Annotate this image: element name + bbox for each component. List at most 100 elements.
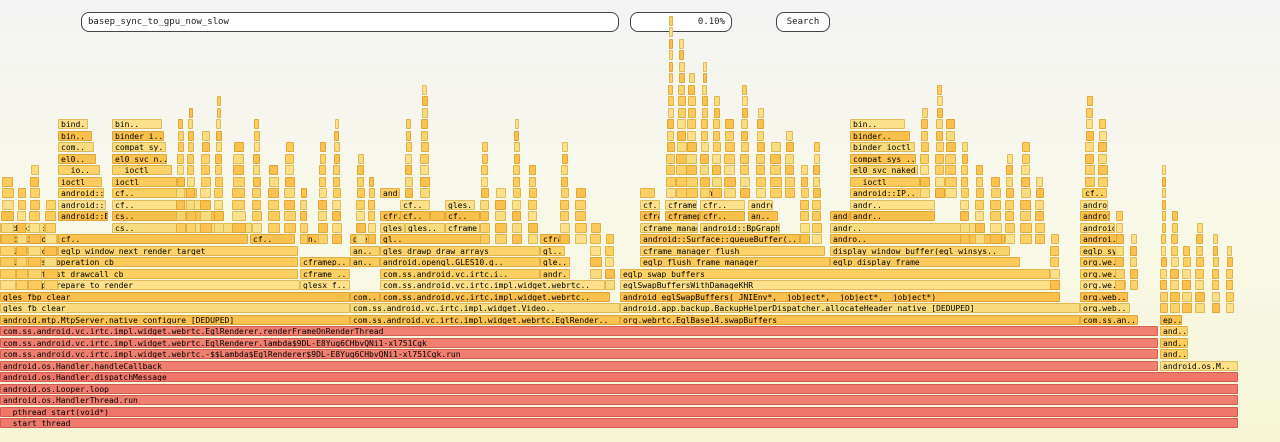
stack-frame-sliver[interactable] (990, 234, 1002, 244)
stack-frame-sliver[interactable] (481, 176, 488, 187)
frame-com-ss-android-vc-irtc-impl-widget-webrt[interactable]: com.ss.android.vc.irtc.impl.widget.webrt… (0, 326, 1158, 336)
frame-compat-sys[interactable]: compat_sys_.. (850, 153, 916, 164)
frame-com[interactable]: com.. (58, 142, 94, 152)
frame-binder-i[interactable]: binder_i.. (112, 130, 164, 141)
stack-frame-sliver[interactable] (1162, 222, 1166, 233)
stack-frame-sliver[interactable] (356, 234, 366, 244)
stack-frame-sliver[interactable] (962, 153, 968, 164)
frame-ioctl[interactable]: ioctl (112, 176, 177, 187)
stack-frame-sliver[interactable] (186, 188, 195, 198)
stack-frame-sliver[interactable] (252, 211, 262, 221)
stack-frame-sliver[interactable] (770, 188, 782, 198)
stack-frame-sliver[interactable] (1162, 165, 1166, 175)
frame-cf[interactable]: cf.. (640, 199, 660, 210)
stack-frame-sliver[interactable] (771, 142, 781, 152)
stack-frame-sliver[interactable] (357, 188, 365, 198)
stack-frame-sliver[interactable] (1161, 245, 1166, 256)
stack-frame-sliver[interactable] (529, 188, 537, 198)
frame-com-ss-an[interactable]: com.ss.an.. (1080, 314, 1138, 325)
stack-frame-sliver[interactable] (200, 188, 211, 198)
frame-gles-fbp-clear[interactable]: gles_fbp_clear (0, 291, 350, 302)
stack-frame-sliver[interactable] (31, 165, 39, 175)
frame-android[interactable]: android.. (1080, 222, 1115, 233)
stack-frame-sliver[interactable] (686, 165, 697, 175)
stack-frame-sliver[interactable] (976, 188, 984, 198)
stack-frame-sliver[interactable] (200, 211, 212, 221)
stack-frame-sliver[interactable] (590, 257, 602, 267)
frame-cframep-manager-flush[interactable]: cframep_manager_flush (540, 234, 560, 244)
stack-frame-sliver[interactable] (44, 245, 57, 256)
stack-frame-sliver[interactable] (785, 176, 795, 187)
frame-android-bpgraphicbufferp[interactable]: android::BpGraphicBufferP.. (700, 222, 780, 233)
stack-frame-sliver[interactable] (679, 50, 684, 60)
stack-frame-sliver[interactable] (976, 165, 983, 175)
stack-frame-sliver[interactable] (176, 211, 186, 221)
frame-android-bpbind[interactable]: android::BpBind.. (830, 211, 850, 221)
stack-frame-sliver[interactable] (714, 107, 720, 118)
stack-frame-sliver[interactable] (946, 142, 956, 152)
stack-frame-sliver[interactable] (975, 234, 985, 244)
stack-frame-sliver[interactable] (935, 188, 945, 198)
stack-frame-sliver[interactable] (1035, 234, 1045, 244)
stack-frame-sliver[interactable] (215, 165, 222, 175)
stack-frame-sliver[interactable] (187, 165, 194, 175)
stack-frame-sliver[interactable] (1098, 165, 1108, 175)
stack-frame-sliver[interactable] (232, 199, 245, 210)
stack-frame-sliver[interactable] (679, 73, 685, 83)
stack-frame-sliver[interactable] (177, 165, 184, 175)
stack-frame-sliver[interactable] (2, 188, 14, 198)
stack-frame-sliver[interactable] (667, 142, 675, 152)
stack-frame-sliver[interactable] (1051, 234, 1059, 244)
stack-frame-sliver[interactable] (1172, 211, 1178, 221)
stack-frame-sliver[interactable] (962, 142, 968, 152)
stack-frame-sliver[interactable] (725, 130, 734, 141)
frame-gles-drawp-draw-arrays[interactable]: gles_drawp_draw_arrays (380, 245, 540, 256)
stack-frame-sliver[interactable] (284, 211, 296, 221)
stack-frame-sliver[interactable] (318, 222, 328, 233)
stack-frame-sliver[interactable] (703, 73, 707, 83)
frame-cf[interactable]: cf.. (400, 199, 430, 210)
stack-frame-sliver[interactable] (1182, 303, 1192, 313)
stack-frame-sliver[interactable] (800, 211, 809, 221)
stack-frame-sliver[interactable] (1098, 176, 1108, 187)
frame-and[interactable]: and.. (1160, 337, 1188, 348)
stack-frame-sliver[interactable] (201, 176, 211, 187)
stack-frame-sliver[interactable] (687, 119, 696, 129)
stack-frame-sliver[interactable] (1161, 257, 1167, 267)
stack-frame-sliver[interactable] (188, 130, 194, 141)
stack-frame-sliver[interactable] (785, 153, 794, 164)
stack-frame-sliver[interactable] (320, 153, 326, 164)
stack-frame-sliver[interactable] (332, 222, 342, 233)
frame-cframe-ma[interactable]: cframe_ma.. (445, 222, 480, 233)
stack-frame-sliver[interactable] (560, 222, 570, 233)
stack-frame-sliver[interactable] (1182, 268, 1191, 279)
stack-frame-sliver[interactable] (254, 142, 260, 152)
stack-frame-sliver[interactable] (200, 199, 211, 210)
stack-frame-sliver[interactable] (318, 199, 327, 210)
stack-frame-sliver[interactable] (1050, 245, 1059, 256)
stack-frame-sliver[interactable] (1130, 245, 1137, 256)
stack-frame-sliver[interactable] (1182, 291, 1192, 302)
frame-com-ss-android-vc-irtc-impl-widget-webrt[interactable]: com.ss.android.vc.irtc.impl.widget.webrt… (380, 291, 610, 302)
frame-glesx-f[interactable]: glesx_f.. (300, 280, 350, 290)
stack-frame-sliver[interactable] (756, 188, 766, 198)
stack-frame-sliver[interactable] (756, 153, 765, 164)
stack-frame-sliver[interactable] (1171, 257, 1179, 267)
stack-frame-sliver[interactable] (232, 222, 246, 233)
stack-frame-sliver[interactable] (742, 96, 748, 106)
stack-frame-sliver[interactable] (406, 130, 411, 141)
stack-frame-sliver[interactable] (666, 165, 675, 175)
stack-frame-sliver[interactable] (29, 211, 40, 221)
frame-android-surface-queuebuffer[interactable]: android::Surface::queueBuffer(.. (640, 234, 800, 244)
stack-frame-sliver[interactable] (16, 280, 28, 290)
stack-frame-sliver[interactable] (605, 268, 615, 279)
frame-el0-svc-naked[interactable]: el0_svc_naked (850, 165, 918, 175)
stack-frame-sliver[interactable] (1196, 257, 1204, 267)
stack-frame-sliver[interactable] (268, 199, 279, 210)
stack-frame-sliver[interactable] (176, 222, 186, 233)
stack-frame-sliver[interactable] (1086, 119, 1093, 129)
stack-frame-sliver[interactable] (689, 73, 695, 83)
stack-frame-sliver[interactable] (357, 176, 364, 187)
stack-frame-sliver[interactable] (1226, 303, 1234, 313)
frame-el0-svc-n[interactable]: el0_svc_n.. (112, 153, 167, 164)
